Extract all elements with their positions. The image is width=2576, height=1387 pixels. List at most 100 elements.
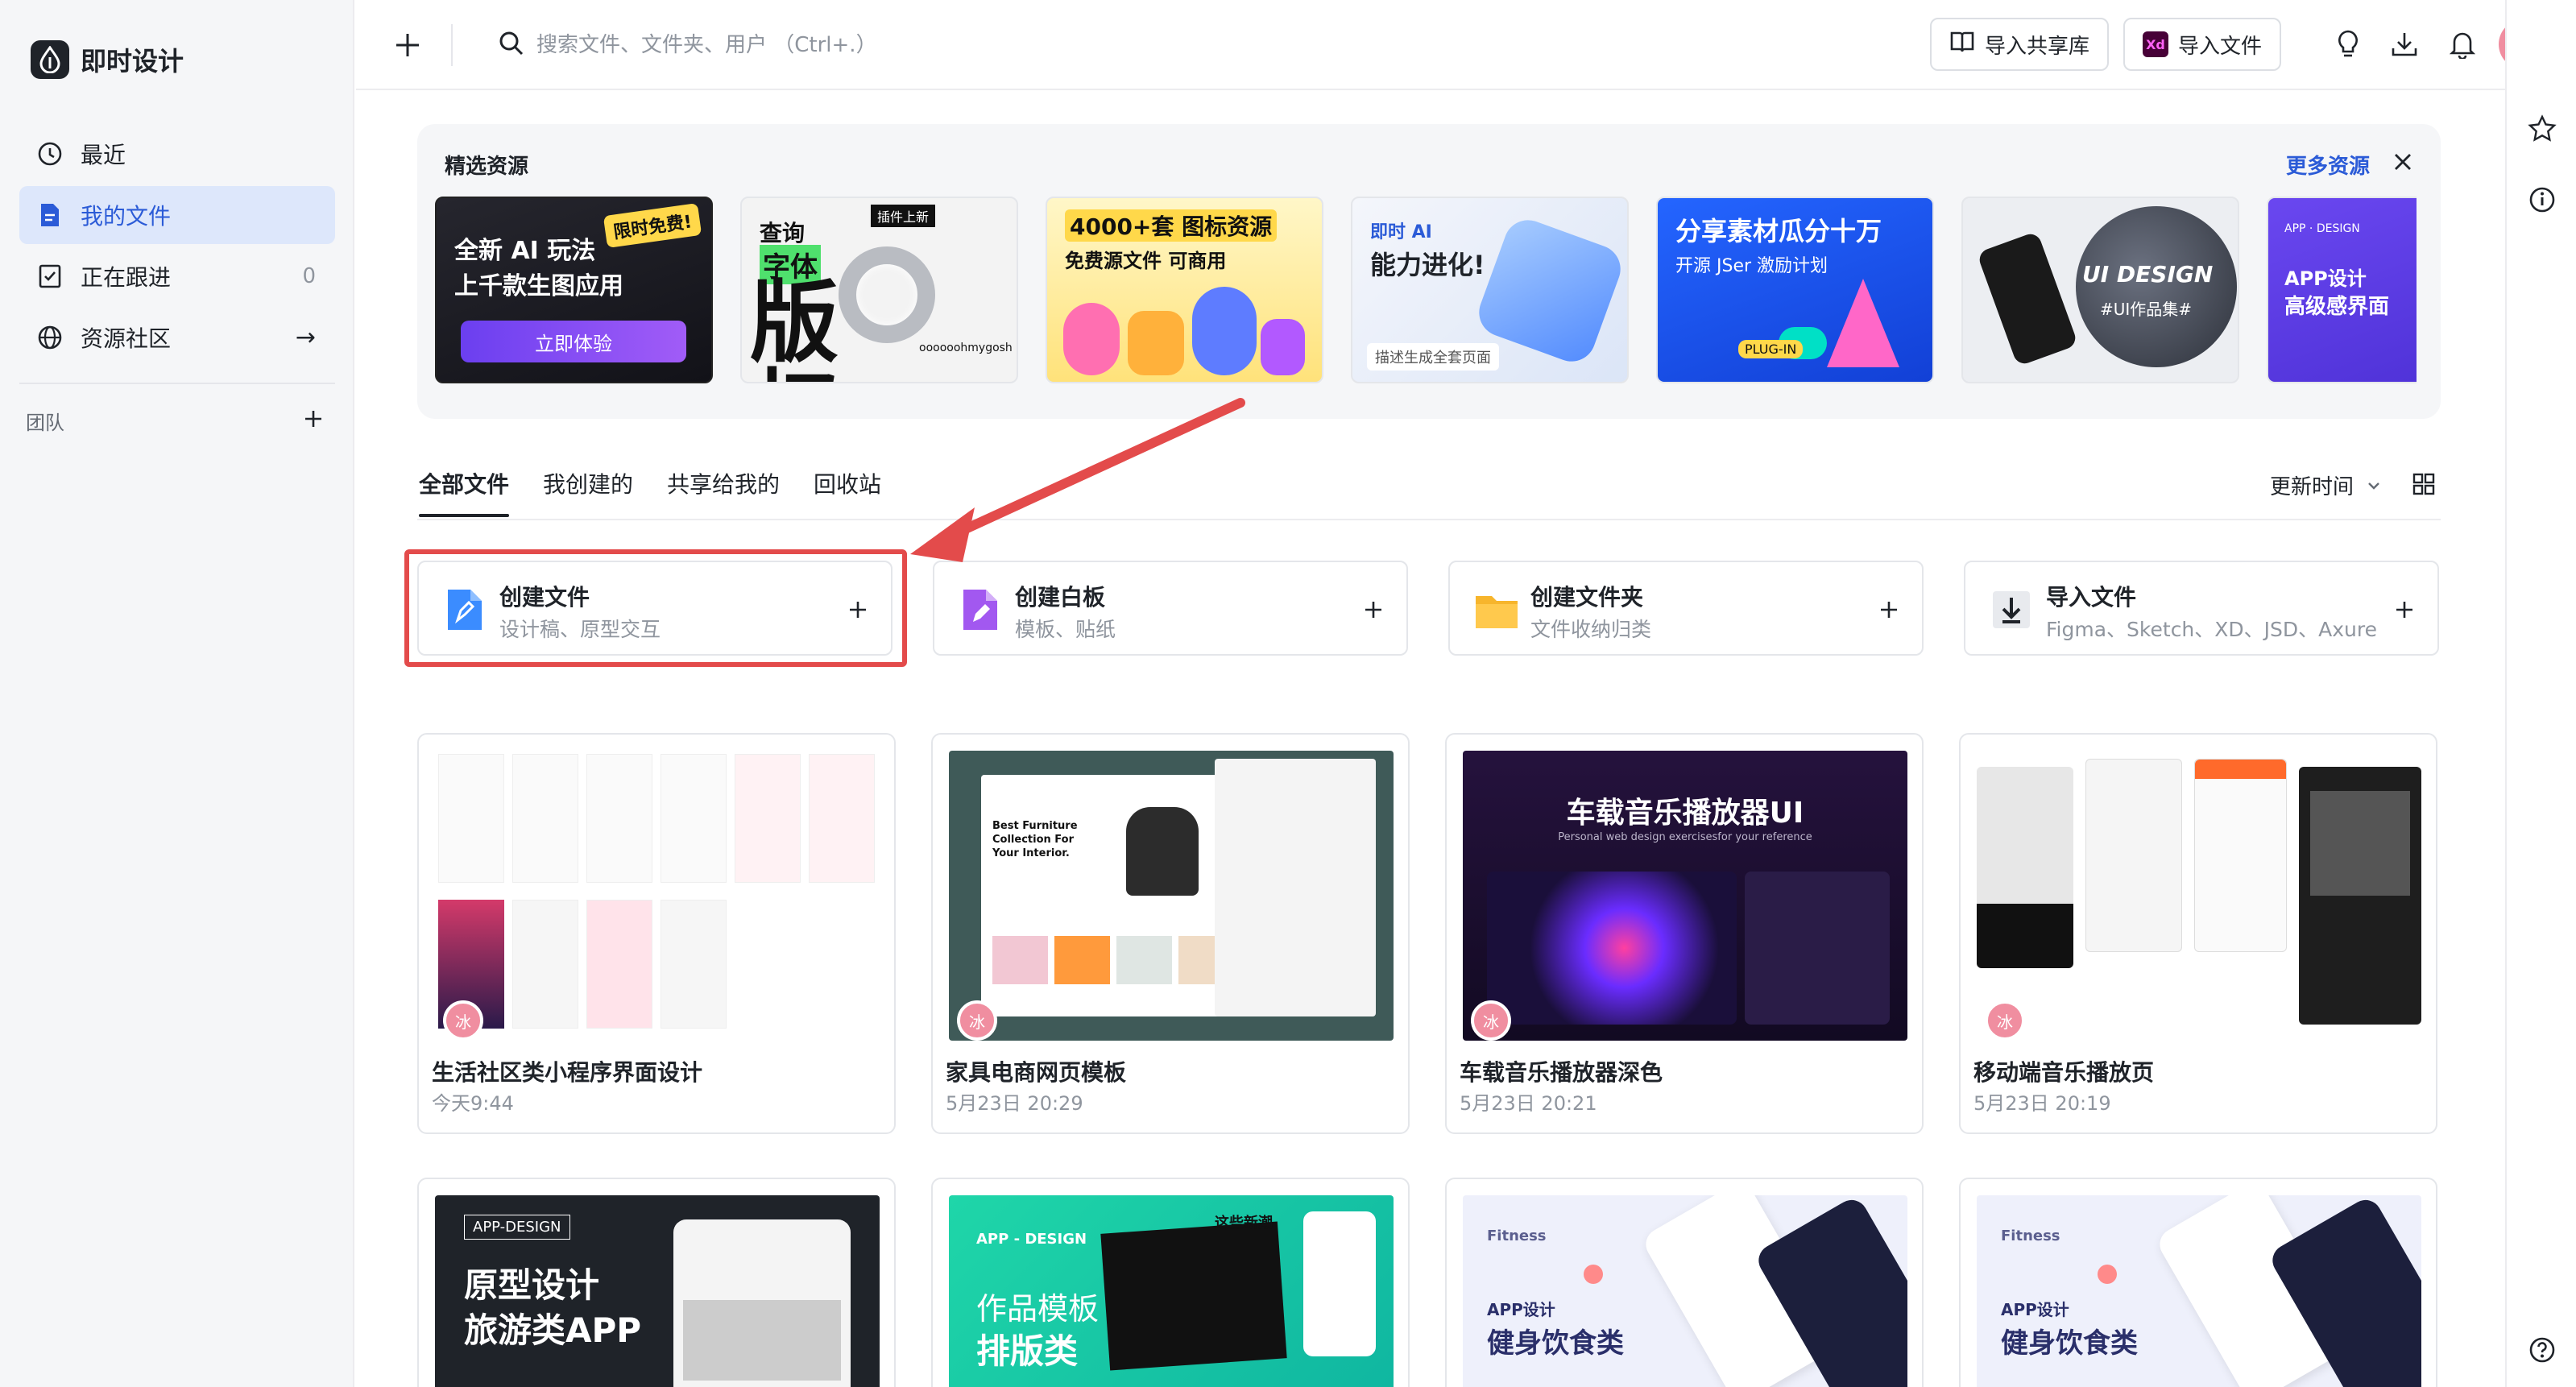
create-whiteboard-title: 创建白板 <box>1015 584 1106 611</box>
plus-icon <box>2389 594 2420 625</box>
file-card[interactable]: Best Furniture Collection For Your Inter… <box>931 733 1410 1134</box>
banner-ui-portfolio[interactable]: UI DESIGN #UI作品集# <box>1961 197 2239 383</box>
import-library-button[interactable]: 导入共享库 <box>1930 18 2110 71</box>
import-file-button[interactable]: Xd 导入文件 <box>2123 18 2282 71</box>
file-card[interactable]: Fitness APP设计 健身饮食类 <box>1959 1178 2437 1387</box>
plus-icon <box>305 410 321 427</box>
grid-icon <box>2412 473 2435 495</box>
banner-icon-resources[interactable]: 4000+套 图标资源 免费源文件 可商用 <box>1046 197 1323 383</box>
sidebar-item-community[interactable]: 资源社区 → <box>19 308 335 366</box>
banner-tag: 限时免费! <box>603 202 702 249</box>
file-updated-time: 5月23日 20:29 <box>946 1092 1083 1115</box>
banner-app-design[interactable]: APP · DESIGN APP设计 高级感界面 <box>2267 197 2417 383</box>
plus-icon <box>1358 594 1389 625</box>
file-updated-time: 5月23日 20:21 <box>1460 1092 1597 1115</box>
close-featured-button[interactable] <box>2389 148 2417 176</box>
sidebar-item-label: 最近 <box>81 142 126 168</box>
book-icon <box>1949 30 1975 60</box>
create-folder-subtitle: 文件收纳归类 <box>1530 618 1652 641</box>
file-card[interactable]: APP - DESIGN 作品模板 排版类 这些新潮 <box>931 1178 1410 1387</box>
search-icon <box>498 30 525 60</box>
file-icon <box>35 201 64 230</box>
file-name: 家具电商网页模板 <box>946 1059 1127 1086</box>
grid-view-toggle[interactable] <box>2412 472 2437 498</box>
sidebar-item-label: 资源社区 <box>81 325 172 352</box>
featured-resources: 精选资源 更多资源 限时免费! 全新 AI 玩法 上千款生图应用 立即体验 插件… <box>417 124 2441 419</box>
sidebar-item-label: 我的文件 <box>81 203 172 230</box>
thumb-heading: Best Furniture Collection For Your Inter… <box>992 820 1078 859</box>
xd-icon: Xd <box>2143 31 2168 57</box>
create-whiteboard-card[interactable]: 创建白板 模板、贴纸 <box>933 561 1408 656</box>
banner-ai-apps[interactable]: 限时免费! 全新 AI 玩法 上千款生图应用 立即体验 <box>435 197 713 383</box>
banner-line2: 高级感界面 <box>2284 295 2390 319</box>
file-tabs: 全部文件 我创建的 共享给我的 回收站 <box>419 467 881 517</box>
team-label: 团队 <box>26 412 64 434</box>
banner-line2: 上千款生图应用 <box>454 272 623 300</box>
owner-avatar: 冰 <box>1985 1000 2025 1041</box>
file-card[interactable]: 冰 生活社区类小程序界面设计 今天9:44 <box>417 733 896 1134</box>
plus-icon <box>396 34 419 56</box>
close-icon <box>2395 154 2411 170</box>
file-thumbnail: APP - DESIGN 作品模板 排版类 这些新潮 <box>949 1195 1394 1387</box>
banner-line2: 免费源文件 可商用 <box>1065 250 1227 272</box>
top-bar: 导入共享库 Xd 导入文件 冰 <box>356 0 2549 90</box>
thumb-heading: APP设计 <box>1487 1300 1555 1319</box>
import-file-card[interactable]: 导入文件 Figma、Sketch、XD、JSD、Axure <box>1964 561 2439 656</box>
info-icon[interactable] <box>2524 182 2560 217</box>
banner-small: 描述生成全套页面 <box>1367 343 1499 371</box>
sidebar: 即时设计 最近 我的文件 正在跟进 0 资源社区 → 团队 <box>0 0 354 1387</box>
sidebar-item-following[interactable]: 正在跟进 0 <box>19 247 335 305</box>
tab-created-by-me[interactable]: 我创建的 <box>543 467 633 517</box>
app-logo[interactable]: 即时设计 <box>31 40 184 79</box>
sidebar-item-my-files[interactable]: 我的文件 <box>19 186 335 244</box>
plus-icon <box>843 594 873 625</box>
file-thumbnail: 车载音乐播放器UI Personal web design exercisesf… <box>1463 751 1907 1041</box>
file-card[interactable]: APP-DESIGN 原型设计 旅游类APP <box>417 1178 896 1387</box>
create-file-title: 创建文件 <box>499 584 590 611</box>
tab-all-files[interactable]: 全部文件 <box>419 467 510 517</box>
plus-icon <box>1874 594 1904 625</box>
create-folder-title: 创建文件夹 <box>1530 584 1644 611</box>
import-file-subtitle: Figma、Sketch、XD、JSD、Axure <box>2046 618 2377 641</box>
bell-icon[interactable] <box>2446 27 2479 61</box>
thumb-subheading: 排版类 <box>976 1331 1079 1371</box>
banner-line2: 能力进化! <box>1370 250 1485 280</box>
lightbulb-icon[interactable] <box>2331 27 2365 61</box>
tab-trash[interactable]: 回收站 <box>814 467 881 517</box>
file-thumbnail <box>435 751 880 1041</box>
toolbar-divider <box>451 24 453 66</box>
create-file-subtitle: 设计稿、原型交互 <box>499 618 661 641</box>
app-name: 即时设计 <box>81 46 184 77</box>
following-count: 0 <box>302 264 316 288</box>
file-card[interactable]: 冰 移动端音乐播放页 5月23日 20:19 <box>1959 733 2437 1134</box>
search-bar[interactable] <box>498 23 1100 68</box>
create-file-card[interactable]: 创建文件 设计稿、原型交互 <box>417 561 892 656</box>
thumb-tag: Fitness <box>2001 1228 2060 1244</box>
banner-line1: 全新 AI 玩法 <box>454 237 596 265</box>
arrow-right-icon: → <box>295 323 316 352</box>
sidebar-item-recent[interactable]: 最近 <box>19 125 335 183</box>
download-icon[interactable] <box>2388 27 2421 61</box>
create-folder-card[interactable]: 创建文件夹 文件收纳归类 <box>1448 561 1924 656</box>
star-icon[interactable] <box>2524 111 2560 147</box>
file-card[interactable]: Fitness APP设计 健身饮食类 <box>1445 1178 1924 1387</box>
banner-font-copyright[interactable]: 插件上新 查询 字体 版权 oooooohmygosh <box>740 197 1018 383</box>
sort-dropdown[interactable]: 更新时间 <box>2270 470 2383 500</box>
tab-shared-with-me[interactable]: 共享给我的 <box>667 467 780 517</box>
banner-share-materials[interactable]: 分享素材瓜分十万 开源 JSer 激励计划 PLUG-IN <box>1656 197 1934 383</box>
file-thumbnail: Fitness APP设计 健身饮食类 <box>1977 1195 2421 1387</box>
create-new-button[interactable] <box>385 23 430 68</box>
help-icon[interactable] <box>2524 1332 2560 1368</box>
file-card[interactable]: 车载音乐播放器UI Personal web design exercisesf… <box>1445 733 1924 1134</box>
add-team-button[interactable] <box>303 408 324 434</box>
file-name: 移动端音乐播放页 <box>1973 1059 2155 1086</box>
search-input[interactable] <box>536 33 1100 57</box>
thumb-extra: 这些新潮 <box>1215 1215 1273 1232</box>
banner-ai-evolution[interactable]: 即时 AI 能力进化! 描述生成全套页面 <box>1351 197 1629 383</box>
banner-cta-button[interactable]: 立即体验 <box>461 321 686 362</box>
more-resources-link[interactable]: 更多资源 <box>2286 150 2370 180</box>
thumb-tag: Fitness <box>1487 1228 1547 1244</box>
banner-tag: PLUG-IN <box>1738 340 1804 358</box>
follow-icon <box>35 262 64 291</box>
phone-graphic <box>1976 230 2079 367</box>
